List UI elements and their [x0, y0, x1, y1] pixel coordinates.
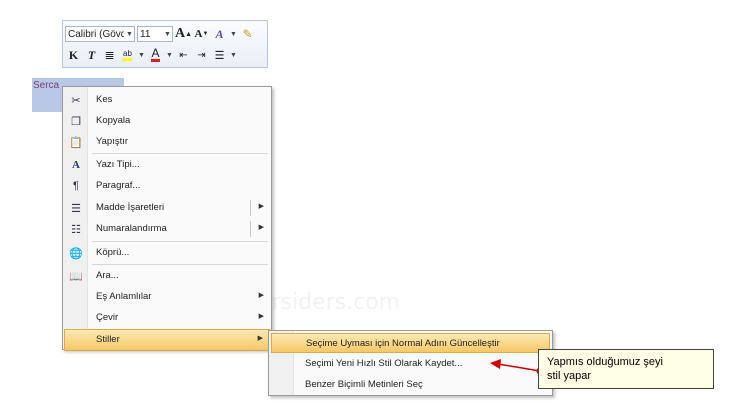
callout-note: Yapmıs olduğumuz şeyi stil yapar: [538, 349, 714, 389]
callout-line-2: stil yapar: [547, 370, 592, 382]
callout-line-1: Yapmıs olduğumuz şeyi: [547, 356, 663, 368]
